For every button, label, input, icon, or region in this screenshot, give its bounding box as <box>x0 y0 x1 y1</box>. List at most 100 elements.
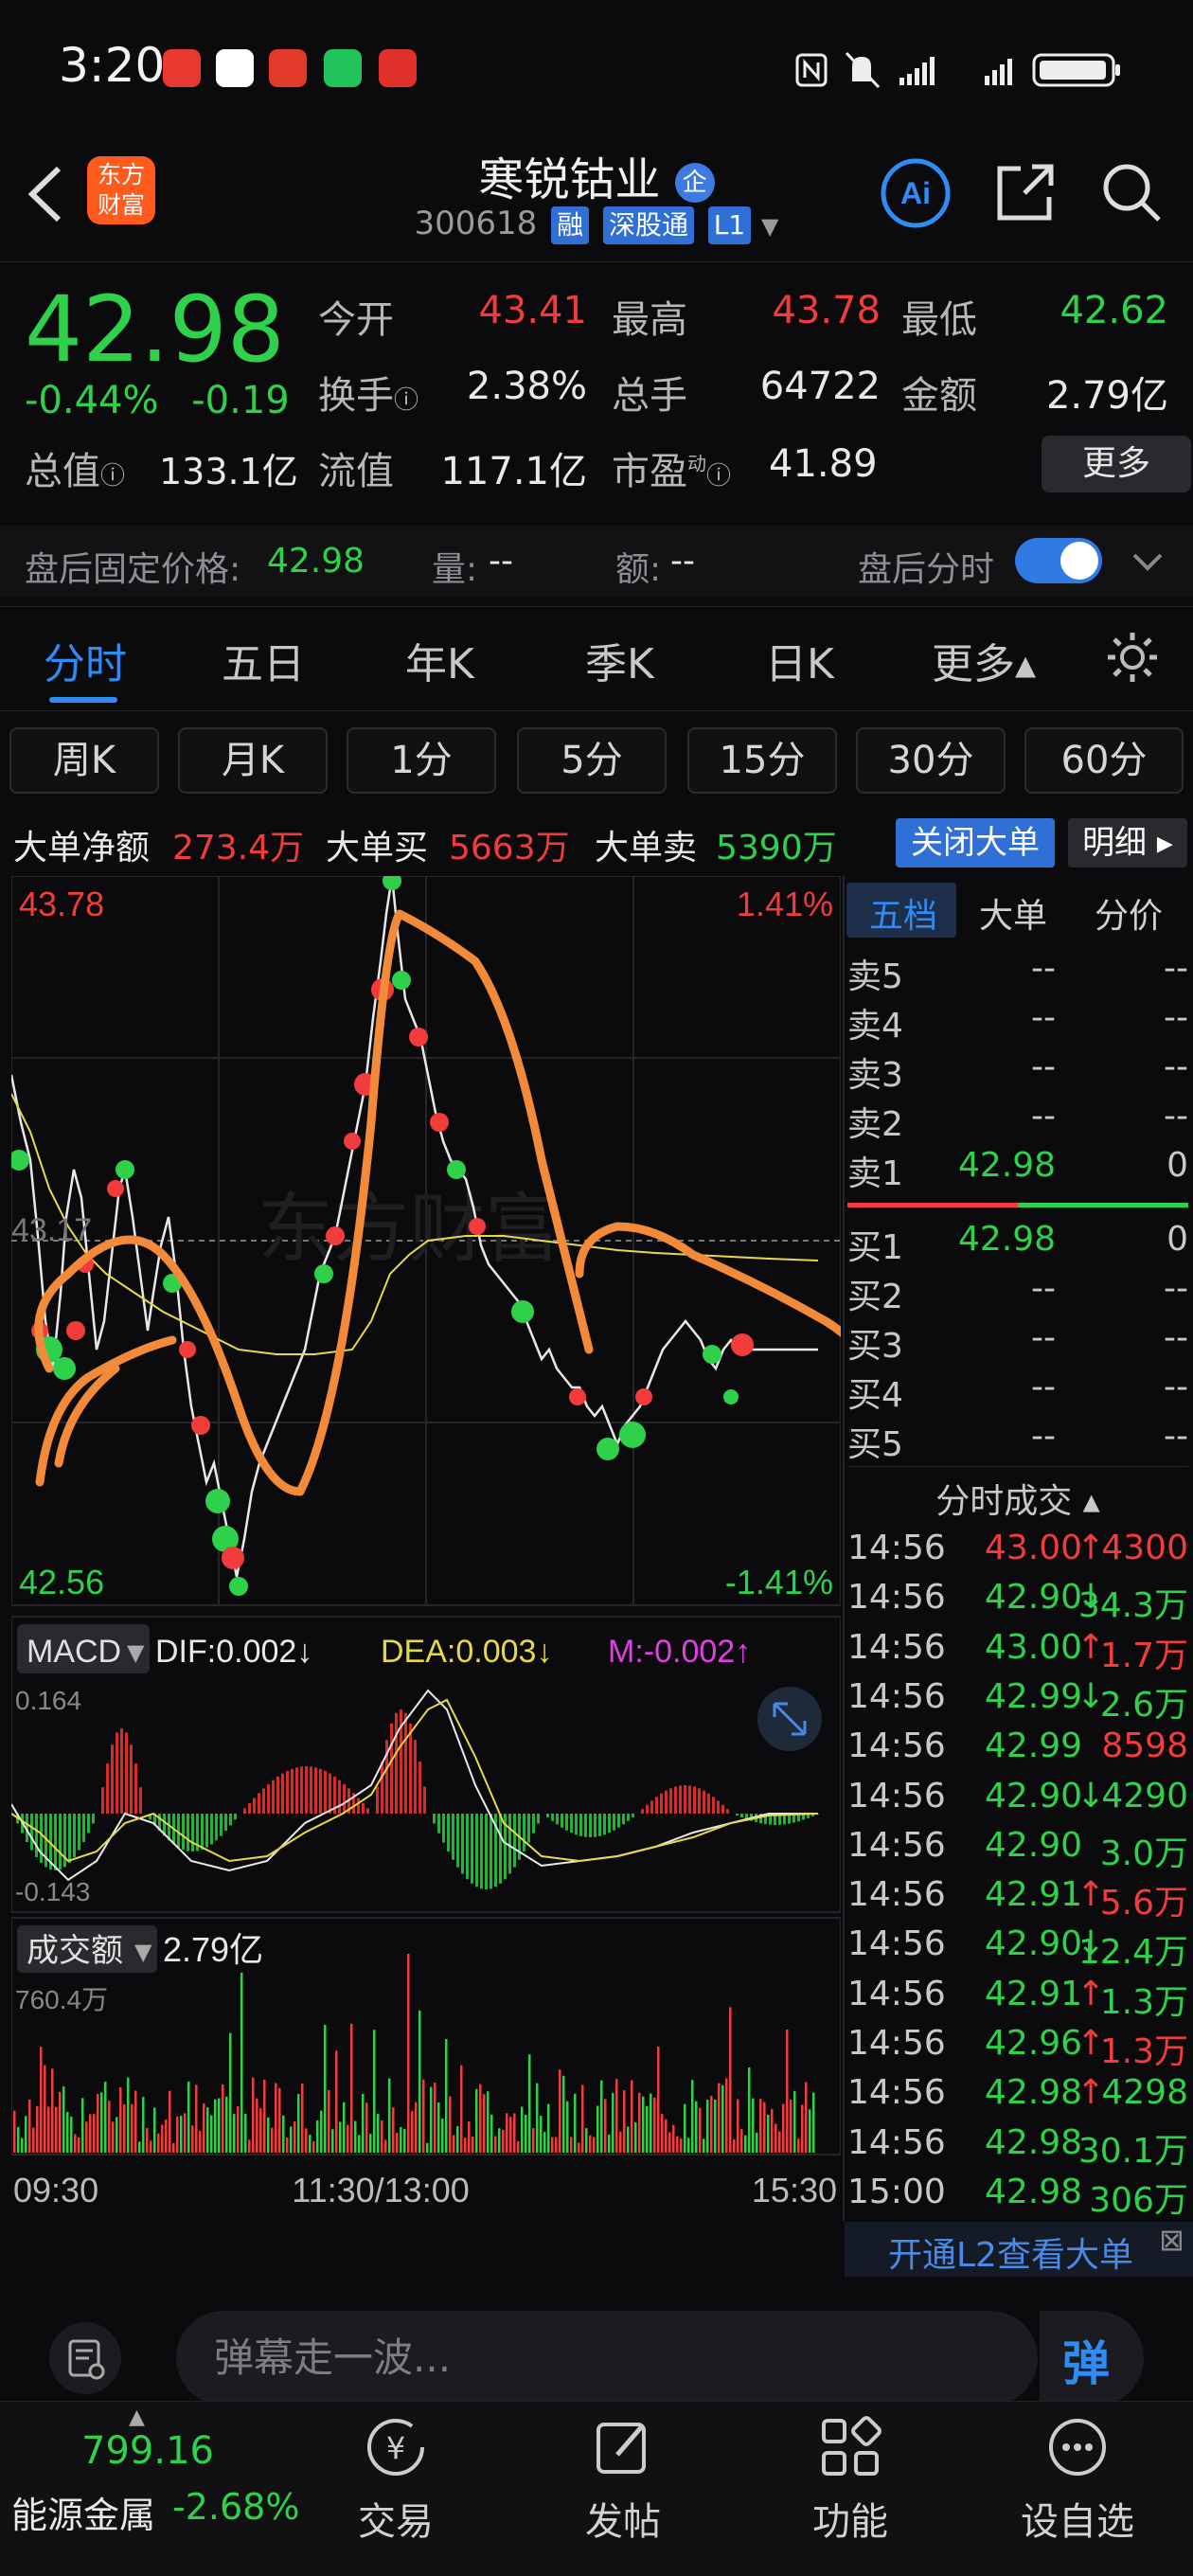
tick-row: 14:56 42.98 30.1万 <box>847 2123 1188 2173</box>
volume-bar <box>206 2107 209 2153</box>
orderbook-row-buy[interactable]: 买1 42.98 0 <box>847 1220 1188 1269</box>
volume-bar <box>646 2105 649 2153</box>
interval-monthly[interactable]: 月K <box>178 727 328 794</box>
gear-icon[interactable] <box>1104 629 1161 686</box>
orderbook-row-sell[interactable]: 卖5 -- -- <box>847 949 1188 998</box>
close-bigorder-button[interactable]: 关闭大单 <box>896 818 1055 868</box>
volume-bar <box>116 2117 118 2153</box>
orderbook-row-buy[interactable]: 买2 -- -- <box>847 1269 1188 1318</box>
interval-60min[interactable]: 60分 <box>1024 727 1184 794</box>
danmu-button[interactable]: 弹 <box>1062 2326 1110 2394</box>
share-icon[interactable] <box>992 159 1059 225</box>
interval-1min[interactable]: 1分 <box>347 727 496 794</box>
big-buy-label: 大单买 <box>326 829 429 868</box>
interval-15min[interactable]: 15分 <box>687 727 837 794</box>
tab-quarterly[interactable]: 季K <box>585 630 654 690</box>
info-icon: ⓘ <box>394 386 419 415</box>
nav-trade[interactable]: 交易 <box>320 2491 472 2546</box>
nav-watchlist[interactable]: 设自选 <box>1002 2491 1153 2546</box>
volume-bar <box>778 2131 781 2153</box>
volume-bar <box>687 2138 690 2153</box>
chevron-down-icon[interactable]: ▼ <box>761 213 778 240</box>
nav-post[interactable]: 发帖 <box>547 2491 699 2546</box>
index-pct[interactable]: -2.68% <box>172 2486 299 2528</box>
orderbook-row-buy[interactable]: 买4 -- -- <box>847 1368 1188 1417</box>
afterhours-toggle[interactable] <box>1015 538 1102 583</box>
ob-tab-bigorder[interactable]: 大单 <box>979 888 1047 938</box>
volume-bar <box>354 2120 357 2153</box>
volume-bar <box>297 2094 300 2153</box>
tab-more[interactable]: 更多▴ <box>932 630 1036 690</box>
macd-bar <box>78 1814 80 1851</box>
danmu-input[interactable]: 弹幕走一波... <box>176 2311 1038 2406</box>
macd-bar <box>570 1814 573 1834</box>
orderbook-row-sell[interactable]: 卖4 -- -- <box>847 998 1188 1047</box>
index-name[interactable]: 能源金属 <box>11 2486 155 2538</box>
ticks-header[interactable]: 分时成交 ▴ <box>847 1474 1188 1523</box>
ob-tab-byprice[interactable]: 分价 <box>1095 888 1163 938</box>
macd-bar <box>229 1814 232 1826</box>
close-icon[interactable]: ⊠ <box>1159 2222 1184 2258</box>
macd-bar <box>490 1814 492 1889</box>
tab-yearly[interactable]: 年K <box>405 630 474 690</box>
volume-bar <box>350 2023 353 2153</box>
flower-app-icon <box>269 49 307 87</box>
interval-weekly[interactable]: 周K <box>9 727 159 794</box>
post-icon[interactable] <box>589 2413 657 2481</box>
l2-banner-text[interactable]: 开通L2查看大单 <box>888 2227 1133 2277</box>
volume-bar <box>668 2132 671 2153</box>
tick-row: 15:00 42.98 306万 <box>847 2173 1188 2222</box>
trade-icon[interactable]: ¥ <box>362 2413 430 2481</box>
tick-row: 14:56 43.00 ↑ 4300 <box>847 1529 1188 1578</box>
volume-bar <box>532 2127 535 2153</box>
orderbook-row-buy[interactable]: 买3 -- -- <box>847 1318 1188 1368</box>
volume-bar <box>615 2079 618 2153</box>
info-icon: ⓘ <box>706 462 732 491</box>
volume-bar <box>699 2107 702 2153</box>
nav-functions[interactable]: 功能 <box>775 2491 926 2546</box>
volume-bar <box>271 2127 274 2153</box>
volume-bar <box>657 2047 660 2153</box>
macd-bar <box>125 1732 128 1814</box>
tick-row: 14:56 42.99 8598 <box>847 1726 1188 1776</box>
macd-bar <box>376 1786 379 1814</box>
volume-bar <box>32 2127 35 2153</box>
intraday-chart[interactable]: 东方财富 43.78 1.41% 43.17 42.56 -1.41% MACD… <box>11 876 841 2221</box>
macd-bar <box>650 1800 653 1814</box>
tick-time: 14:56 <box>847 1875 946 1915</box>
functions-icon[interactable] <box>816 2413 884 2481</box>
more-button[interactable]: 更多 <box>1042 436 1191 492</box>
volume-bar <box>396 2133 399 2153</box>
volume-bar <box>28 2099 31 2153</box>
orderbook-row-sell[interactable]: 卖3 -- -- <box>847 1047 1188 1097</box>
add-watchlist-icon[interactable] <box>1043 2413 1112 2481</box>
volume-bar <box>131 2103 134 2153</box>
macd-bar <box>594 1814 596 1837</box>
orderbook-row-buy[interactable]: 买5 -- -- <box>847 1417 1188 1466</box>
volume-bar <box>460 2065 463 2153</box>
macd-bar <box>423 1786 426 1814</box>
interval-5min[interactable]: 5分 <box>517 727 667 794</box>
interval-30min[interactable]: 30分 <box>856 727 1006 794</box>
tab-5day[interactable]: 五日 <box>222 630 305 690</box>
volume-bar <box>748 2067 751 2153</box>
tick-row: 14:56 42.90 ↓ 4290 <box>847 1777 1188 1826</box>
macd-bar <box>106 1763 109 1814</box>
volume-bar <box>479 2084 482 2153</box>
comment-list-icon[interactable] <box>47 2320 123 2396</box>
volume-bar <box>134 2090 137 2153</box>
macd-bar <box>551 1814 554 1821</box>
orderbook-row-sell[interactable]: 卖2 -- -- <box>847 1097 1188 1146</box>
index-value[interactable]: 799.16 <box>81 2429 214 2473</box>
tab-daily[interactable]: 日K <box>765 630 834 690</box>
detail-button[interactable]: 明细 ▸ <box>1068 818 1187 868</box>
volume-bar <box>430 2086 433 2153</box>
ob-tab-5level[interactable]: 五档 <box>869 888 937 938</box>
search-icon[interactable] <box>1098 159 1165 225</box>
chevron-down-icon[interactable] <box>1129 547 1166 576</box>
macd-bar <box>613 1814 615 1831</box>
macd-bar <box>717 1800 720 1814</box>
ai-icon[interactable]: Ai <box>879 156 953 230</box>
tab-intraday[interactable]: 分时 <box>44 630 127 690</box>
orderbook-row-sell[interactable]: 卖1 42.98 0 <box>847 1146 1188 1195</box>
